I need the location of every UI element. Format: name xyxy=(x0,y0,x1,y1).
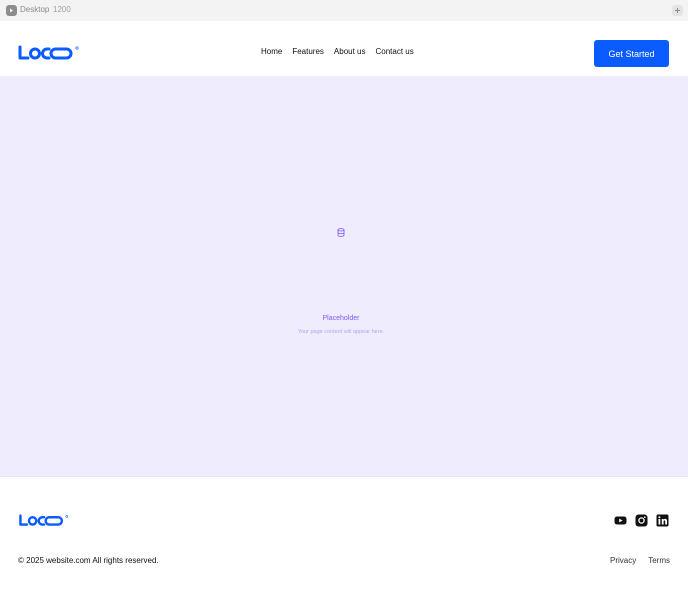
main-nav: Home Features About us Contact us xyxy=(261,47,424,57)
header-logo[interactable] xyxy=(18,45,80,66)
nav-contact-us[interactable]: Contact us xyxy=(376,47,414,57)
nav-features[interactable]: Features xyxy=(292,47,324,57)
privacy-link[interactable]: Privacy xyxy=(610,556,636,565)
legal-links: Privacy Terms xyxy=(610,556,670,565)
logo-icon xyxy=(18,45,79,60)
instagram-link[interactable] xyxy=(635,514,648,527)
placeholder-description: Your page content will appear here. xyxy=(297,329,385,335)
copyright-text: © 2025 website.com All rights reserved. xyxy=(18,556,159,565)
frame-name[interactable]: Desktop xyxy=(20,5,49,14)
linkedin-link[interactable] xyxy=(656,514,669,527)
page-content-placeholder: Placeholder Your page content will appea… xyxy=(0,76,688,477)
plus-icon xyxy=(675,8,680,13)
social-links xyxy=(614,514,669,527)
add-frame-button[interactable] xyxy=(672,5,683,16)
footer-logo[interactable] xyxy=(18,514,70,532)
logo-icon xyxy=(19,514,69,526)
youtube-icon xyxy=(614,516,627,525)
editor-topbar: Desktop 1200 xyxy=(0,0,688,21)
get-started-button[interactable]: Get Started xyxy=(594,40,669,67)
frame-width: 1200 xyxy=(53,5,71,14)
youtube-link[interactable] xyxy=(614,514,627,527)
nav-about-us[interactable]: About us xyxy=(334,47,366,57)
database-icon xyxy=(337,224,345,242)
terms-link[interactable]: Terms xyxy=(648,556,670,565)
site-footer: © 2025 website.com All rights reserved. … xyxy=(0,478,688,604)
placeholder-title: Placeholder xyxy=(322,315,360,322)
instagram-icon xyxy=(635,514,648,527)
nav-home[interactable]: Home xyxy=(261,47,282,57)
linkedin-icon xyxy=(656,514,669,527)
frame-icon[interactable] xyxy=(6,5,17,16)
